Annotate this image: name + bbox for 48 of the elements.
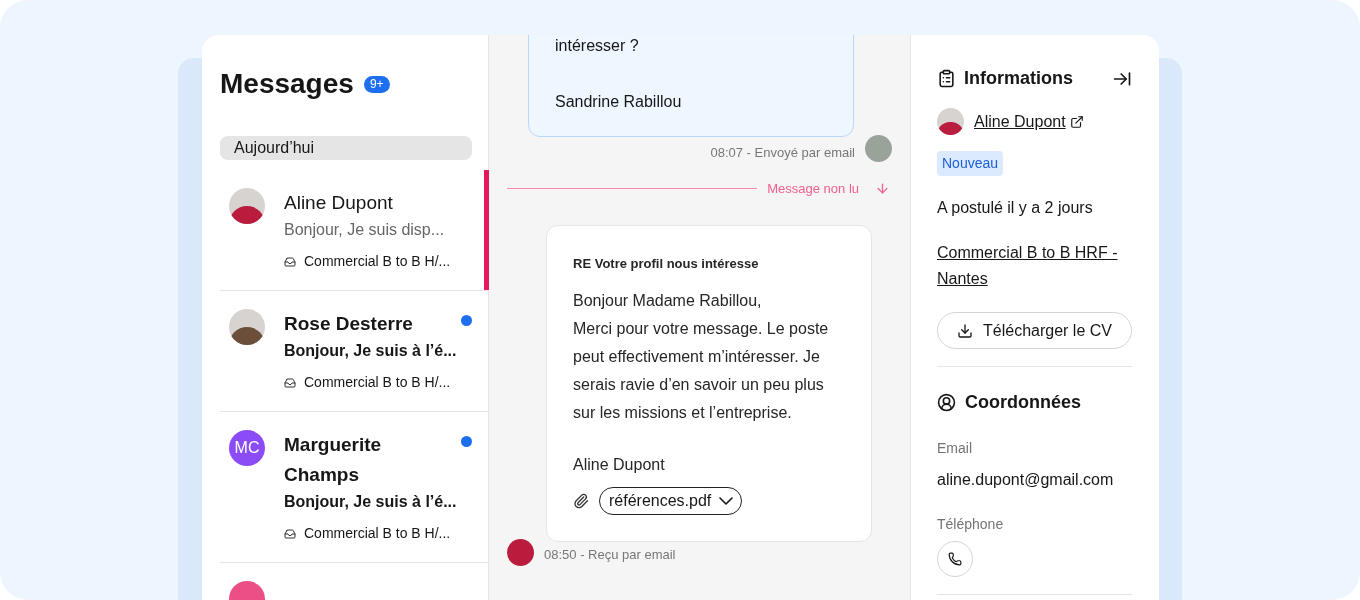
message-preview: Bonjour, Je suis disp...: [284, 220, 446, 240]
avatar: MC: [229, 430, 265, 466]
section-header: Aujourd’hui: [220, 136, 472, 160]
arrow-down-icon: [875, 180, 890, 196]
download-icon: [957, 322, 973, 339]
field-label: Téléphone: [937, 515, 1005, 534]
field-label: Email: [937, 439, 973, 458]
contact-name: Marguerite Champs: [284, 433, 383, 487]
external-link-icon: [1069, 114, 1084, 129]
message-text: Merci pour votre message. Le poste peut effectivement m’intéresser. Je serais ravie d’en savoir un peu plus sur les missions et l’entreprise.: [573, 318, 830, 423]
count-badge: 9+: [363, 75, 390, 93]
messages-title: Messages: [220, 67, 354, 101]
conversation-item[interactable]: Rose Desterre Bonjour, Je suis à l’é... Commercial B to B H/...: [220, 290, 488, 411]
unread-divider-label: Message non lu: [767, 179, 859, 198]
conversation-item[interactable]: Aline Dupont Bonjour, Je suis disp... Commercial B to B H/...: [220, 170, 488, 290]
inbox-icon: [284, 255, 296, 268]
message-text: intéresser ?: [555, 36, 640, 56]
message-meta: 08:07 - Envoyé par email: [710, 144, 855, 162]
candidate-link[interactable]: Aline Dupont: [974, 109, 1066, 134]
inbox-icon: [284, 527, 296, 540]
contact-title: Coordonnées: [965, 391, 1081, 414]
message-meta: 08:50 - Reçu par email: [544, 546, 676, 565]
contact-name: Rose Desterre: [284, 312, 414, 336]
status-tag: Nouveau: [937, 151, 1004, 176]
paperclip-icon: [573, 492, 589, 509]
phone-icon: [948, 552, 962, 566]
clipboard-icon: [937, 69, 956, 88]
job-title: Commercial B to B H/...: [304, 252, 451, 271]
message-preview: Bonjour, Je suis à l’é...: [284, 492, 458, 512]
user-circle-icon: [937, 393, 956, 412]
field-value: aline.dupont@gmail.com: [937, 470, 1115, 490]
inbox-icon: [284, 376, 296, 389]
avatar-photo-placeholder: [507, 538, 534, 566]
message-text: Bonjour Madame Rabillou,: [573, 290, 763, 311]
job-link[interactable]: Commercial B to B HRF - Nantes: [937, 240, 1132, 292]
chevron-down-icon: [719, 496, 734, 505]
signature: Sandrine Rabillou: [555, 92, 683, 112]
avatar-photo-placeholder: [865, 135, 892, 163]
contact-name: Aline Dupont: [284, 191, 394, 215]
message-preview: Bonjour, Je suis à l’é...: [284, 341, 458, 361]
job-title: Commercial B to B H/...: [304, 373, 451, 392]
conversation-item[interactable]: MC Marguerite Champs Bonjour, Je suis à l’é... Commercial B to B H/...: [220, 411, 488, 562]
avatar-photo-placeholder: [937, 108, 964, 135]
info-title: Informations: [964, 67, 1074, 90]
message-subject: RE Votre profil nous intéresse: [573, 255, 760, 273]
signature: Aline Dupont: [573, 454, 666, 475]
applied-text: A postulé il y a 2 jours: [937, 198, 1094, 218]
job-title: Commercial B to B H/...: [304, 524, 451, 543]
